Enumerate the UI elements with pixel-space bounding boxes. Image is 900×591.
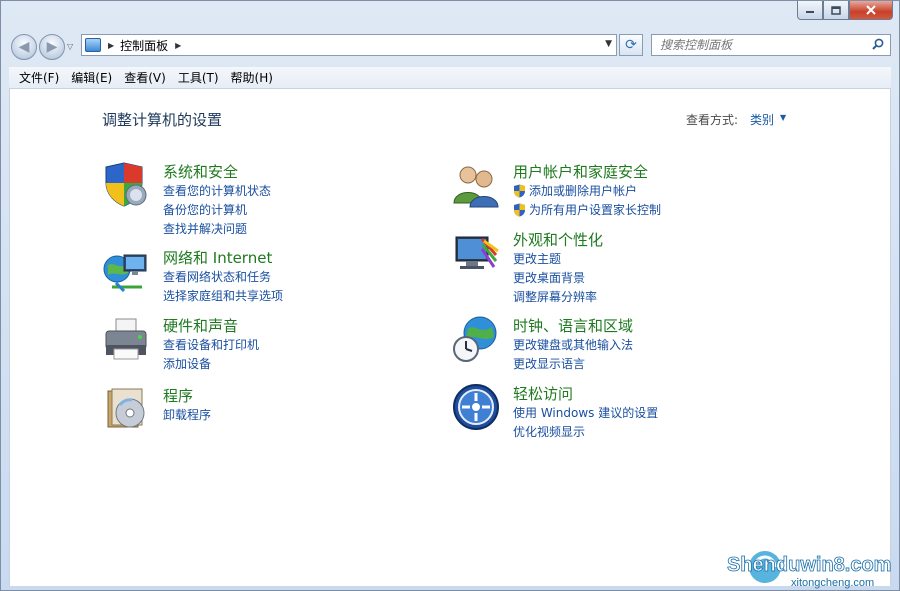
maximize-icon xyxy=(831,5,841,15)
control-panel-window: ◀ ▶ ▽ ▶ 控制面板 ▶ ▼ ⟳ 文件(F) 编辑(E) 查看(V) 工具(… xyxy=(0,0,900,591)
maximize-button[interactable] xyxy=(823,1,849,20)
category-title[interactable]: 网络和 Internet xyxy=(163,247,272,268)
forward-button[interactable]: ▶ xyxy=(39,34,65,60)
link-add-remove-accounts[interactable]: 添加或删除用户帐户 xyxy=(513,181,661,200)
link-view-computer-status[interactable]: 查看您的计算机状态 xyxy=(163,181,271,200)
window-controls xyxy=(797,1,893,20)
category-title[interactable]: 外观和个性化 xyxy=(513,229,603,250)
recent-pages-dropdown[interactable]: ▽ xyxy=(67,42,73,51)
minimize-icon xyxy=(806,11,814,13)
link-change-background[interactable]: 更改桌面背景 xyxy=(513,268,597,287)
category-title[interactable]: 用户帐户和家庭安全 xyxy=(513,161,648,182)
link-text[interactable]: 为所有用户设置家长控制 xyxy=(529,201,661,218)
link-text[interactable]: 添加或删除用户帐户 xyxy=(529,182,637,199)
link-network-status[interactable]: 查看网络状态和任务 xyxy=(163,267,283,286)
menu-help[interactable]: 帮助(H) xyxy=(225,69,279,86)
category-title[interactable]: 程序 xyxy=(163,385,193,406)
control-panel-icon xyxy=(85,38,101,52)
link-optimize-display[interactable]: 优化视频显示 xyxy=(513,422,658,441)
network-globe-icon xyxy=(103,254,147,293)
search-icon[interactable] xyxy=(872,38,884,50)
link-uninstall-program[interactable]: 卸载程序 xyxy=(163,405,211,424)
link-recommended-settings[interactable]: 使用 Windows 建议的设置 xyxy=(513,403,658,422)
category-title[interactable]: 轻松访问 xyxy=(513,383,573,404)
ease-of-access-icon xyxy=(453,384,499,430)
back-arrow-icon: ◀ xyxy=(18,39,30,55)
link-troubleshoot[interactable]: 查找并解决问题 xyxy=(163,219,271,238)
address-bar[interactable]: ▶ 控制面板 ▶ ▼ xyxy=(81,34,617,56)
back-button[interactable]: ◀ xyxy=(11,34,37,60)
address-dropdown-icon[interactable]: ▼ xyxy=(605,39,612,49)
category-title[interactable]: 硬件和声音 xyxy=(163,315,238,336)
breadcrumb-control-panel[interactable]: 控制面板 xyxy=(120,37,168,54)
refresh-icon: ⟳ xyxy=(625,37,637,53)
content-area: 调整计算机的设置 查看方式: 类别 ▼ 系统和安全 查看您的计算机状态 备份您的… xyxy=(9,89,891,586)
link-change-theme[interactable]: 更改主题 xyxy=(513,249,597,268)
menu-bar: 文件(F) 编辑(E) 查看(V) 工具(T) 帮助(H) xyxy=(9,67,891,89)
link-devices-printers[interactable]: 查看设备和打印机 xyxy=(163,335,259,354)
users-icon xyxy=(453,166,499,208)
monitor-palette-icon xyxy=(455,236,499,269)
title-bar xyxy=(1,1,899,27)
link-backup-computer[interactable]: 备份您的计算机 xyxy=(163,200,271,219)
link-display-language[interactable]: 更改显示语言 xyxy=(513,354,633,373)
printer-icon xyxy=(105,318,147,360)
menu-tools[interactable]: 工具(T) xyxy=(172,69,225,86)
minimize-button[interactable] xyxy=(797,1,823,20)
uac-shield-icon xyxy=(514,203,525,216)
site-watermark: Shenduwin8.com xitongcheng.com xyxy=(727,551,892,589)
watermark-main: Shenduwin8.com xyxy=(727,554,891,576)
search-box xyxy=(651,34,891,56)
category-title[interactable]: 系统和安全 xyxy=(163,161,238,182)
refresh-button[interactable]: ⟳ xyxy=(619,34,643,56)
menu-view[interactable]: 查看(V) xyxy=(118,69,172,86)
forward-arrow-icon: ▶ xyxy=(46,39,58,55)
watermark-sub: xitongcheng.com xyxy=(791,577,874,589)
search-input[interactable] xyxy=(652,35,862,55)
category-title[interactable]: 时钟、语言和区域 xyxy=(513,315,633,336)
view-by-label: 查看方式: xyxy=(686,113,739,127)
view-by-caret-icon[interactable]: ▼ xyxy=(780,113,786,122)
page-title: 调整计算机的设置 xyxy=(102,111,223,129)
close-icon xyxy=(866,5,876,15)
menu-file[interactable]: 文件(F) xyxy=(13,69,65,86)
link-keyboard-input[interactable]: 更改键盘或其他输入法 xyxy=(513,335,633,354)
uac-shield-icon xyxy=(514,184,525,197)
close-button[interactable] xyxy=(849,1,893,20)
programs-disc-icon xyxy=(107,388,145,428)
menu-edit[interactable]: 编辑(E) xyxy=(65,69,118,86)
link-add-device[interactable]: 添加设备 xyxy=(163,354,259,373)
link-screen-resolution[interactable]: 调整屏幕分辨率 xyxy=(513,287,597,306)
link-parental-controls[interactable]: 为所有用户设置家长控制 xyxy=(513,200,661,219)
clock-globe-icon xyxy=(453,316,497,362)
navigation-bar: ◀ ▶ ▽ ▶ 控制面板 ▶ ▼ ⟳ xyxy=(1,29,899,65)
breadcrumb-chevron-icon[interactable]: ▶ xyxy=(175,41,181,50)
view-by-dropdown[interactable]: 类别 xyxy=(750,111,774,128)
shield-pc-icon xyxy=(105,162,147,207)
breadcrumb-separator-icon[interactable]: ▶ xyxy=(108,41,114,50)
link-homegroup-sharing[interactable]: 选择家庭组和共享选项 xyxy=(163,286,283,305)
